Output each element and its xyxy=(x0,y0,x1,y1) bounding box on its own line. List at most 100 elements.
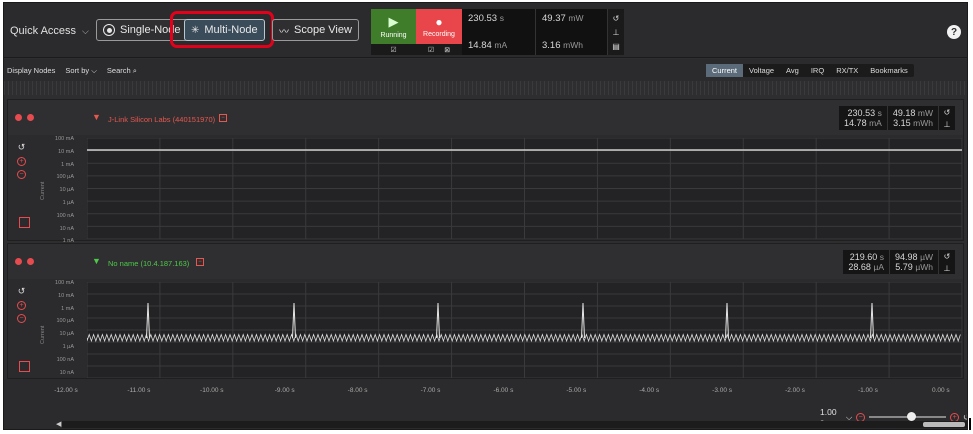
current-spike xyxy=(436,302,440,339)
sort-by-button[interactable]: Sort by ⌵ xyxy=(65,66,97,76)
time-tick-label: -7.00 s xyxy=(420,387,441,394)
power-unit: mW xyxy=(568,13,584,23)
tab-current[interactable]: Current xyxy=(706,64,744,77)
power-unit: mW xyxy=(917,108,933,118)
scope-view-label: Scope View xyxy=(294,24,352,36)
close-icon[interactable] xyxy=(15,258,22,265)
reset-icon[interactable]: ↺ xyxy=(18,142,26,153)
chevron-down-icon: ⌵ xyxy=(82,25,89,36)
power-value: 49.18 xyxy=(892,108,916,118)
panel-side-controls: ↺ + − xyxy=(17,286,26,323)
export-icon[interactable]: ⊥ xyxy=(613,28,620,37)
y-tick-label: 10 nA xyxy=(59,225,74,232)
power-unit: µW xyxy=(920,252,933,262)
time-tick-label: -4.00 s xyxy=(639,387,660,394)
current-value: 14.84 xyxy=(468,40,492,51)
energy-profiler-window: Quick Access ⌵ Single-Node ✳ Multi-Node … xyxy=(3,2,968,430)
top-toolbar: Quick Access ⌵ Single-Node ✳ Multi-Node … xyxy=(4,3,967,58)
record-icon: ● xyxy=(435,15,443,29)
panel-stats: 219.60 s 28.68 µA 94.98 µW 5.79 µWh ↺ ⊥ xyxy=(843,250,955,274)
stop-icon[interactable]: ⊠ xyxy=(444,46,450,54)
display-nodes-button[interactable]: Display Nodes xyxy=(7,66,55,76)
zoom-in-icon[interactable]: + xyxy=(17,301,26,310)
y-tick-label: 10 mA xyxy=(58,148,74,155)
y-tick-label: 100 nA xyxy=(56,356,74,363)
y-tick-label: 10 µA xyxy=(59,331,74,338)
running-label: Running xyxy=(380,32,407,39)
sort-by-label: Sort by xyxy=(65,66,90,75)
y-tick-label: 100 mA xyxy=(55,136,74,142)
running-control[interactable]: ▶ Running ☑ xyxy=(371,9,416,55)
tab-voltage[interactable]: Voltage xyxy=(743,64,780,77)
close-icon[interactable] xyxy=(15,114,22,121)
timeline-overview[interactable] xyxy=(4,81,967,95)
time-tick-label: -5.00 s xyxy=(566,387,587,394)
minimize-icon[interactable] xyxy=(27,258,34,265)
collapse-triangle-icon[interactable]: ▼ xyxy=(92,112,101,122)
time-value: 230.53 xyxy=(847,108,876,118)
current-unit: µA xyxy=(873,262,885,272)
quick-access-menu[interactable]: Quick Access ⌵ xyxy=(10,25,89,37)
reset-icon[interactable]: ↺ xyxy=(613,14,620,23)
y-tick-label: 1 µA xyxy=(62,200,74,206)
time-tick-label: -2.00 s xyxy=(785,387,805,394)
recording-control[interactable]: ● Recording ☑ ⊠ xyxy=(416,9,462,55)
tab-irq[interactable]: IRQ xyxy=(805,64,830,77)
power-value: 94.98 xyxy=(895,252,918,262)
time-unit: s xyxy=(499,13,504,23)
zoom-slider[interactable] xyxy=(868,412,947,421)
current-trace xyxy=(86,333,961,343)
current-unit: mA xyxy=(494,40,508,50)
horizontal-scrollbar[interactable]: ◀ xyxy=(56,421,967,428)
minimize-icon[interactable] xyxy=(27,114,34,121)
reset-icon[interactable]: ↺ xyxy=(18,286,26,297)
reset-icon[interactable]: ↺ xyxy=(944,108,951,117)
time-axis: -12.00 s -11.00 s -10.00 s -9.00 s -8.00 s -7… xyxy=(4,379,967,403)
y-tick-label: 1 µA xyxy=(62,344,74,350)
reset-icon[interactable]: ↺ xyxy=(944,252,951,261)
edit-icon[interactable] xyxy=(19,361,30,372)
node-panel-jlink: ▼ J-Link Silicon Labs (440151970) − 230.… xyxy=(7,99,964,244)
zoom-in-icon[interactable]: + xyxy=(17,157,26,166)
edit-icon[interactable]: ☑ xyxy=(390,46,396,54)
recording-label: Recording xyxy=(423,31,455,38)
export-icon[interactable]: ⊥ xyxy=(944,120,951,129)
device-name: No name (10.4.187.163) xyxy=(108,259,190,268)
time-tick-label: -12.00 s xyxy=(54,387,78,394)
edit-icon[interactable] xyxy=(19,217,30,228)
current-spike xyxy=(292,302,296,339)
y-tick-label: 100 µA xyxy=(56,318,74,325)
energy-unit: µWh xyxy=(915,262,933,272)
zoom-slider-knob[interactable] xyxy=(906,412,916,421)
scope-view-button[interactable]: 〰 Scope View xyxy=(272,19,359,41)
search-button[interactable]: Search ⌕ xyxy=(107,66,137,76)
time-tick-label: -6.00 s xyxy=(493,387,514,394)
edit-icon[interactable]: ☑ xyxy=(428,46,434,54)
time-tick-label: -9.00 s xyxy=(274,387,295,394)
current-value: 14.78 xyxy=(844,118,867,128)
y-tick-label: 100 nA xyxy=(56,212,74,219)
tab-rxtx[interactable]: RX/TX xyxy=(830,64,864,77)
current-value: 28.68 xyxy=(848,262,871,272)
current-plot[interactable] xyxy=(86,137,963,240)
current-spike xyxy=(146,302,150,339)
time-tick-label: -10.00 s xyxy=(200,387,224,394)
current-plot[interactable] xyxy=(86,281,963,379)
collapse-triangle-icon[interactable]: ▼ xyxy=(92,256,101,266)
help-icon[interactable]: ? xyxy=(947,25,961,39)
scroll-left-icon[interactable]: ◀ xyxy=(56,420,61,428)
device-menu-icon[interactable]: − xyxy=(196,258,204,266)
tab-bookmarks[interactable]: Bookmarks xyxy=(864,64,914,77)
export-icon[interactable]: ⊥ xyxy=(944,264,951,273)
settings-icon[interactable]: ▤ xyxy=(612,42,620,51)
scrollbar-thumb[interactable] xyxy=(923,422,965,427)
power-value: 49.37 xyxy=(542,13,566,24)
zoom-out-icon[interactable]: − xyxy=(17,314,26,323)
energy-unit: mWh xyxy=(913,118,933,128)
chevron-down-icon: ⌵ xyxy=(91,66,97,75)
tab-avg[interactable]: Avg xyxy=(780,64,805,77)
device-menu-icon[interactable]: − xyxy=(219,114,227,122)
node-panel-noname: ▼ No name (10.4.187.163) − 219.60 s 28.68… xyxy=(7,243,964,379)
scope-view-icon: 〰 xyxy=(279,26,289,38)
zoom-out-icon[interactable]: − xyxy=(17,170,26,179)
